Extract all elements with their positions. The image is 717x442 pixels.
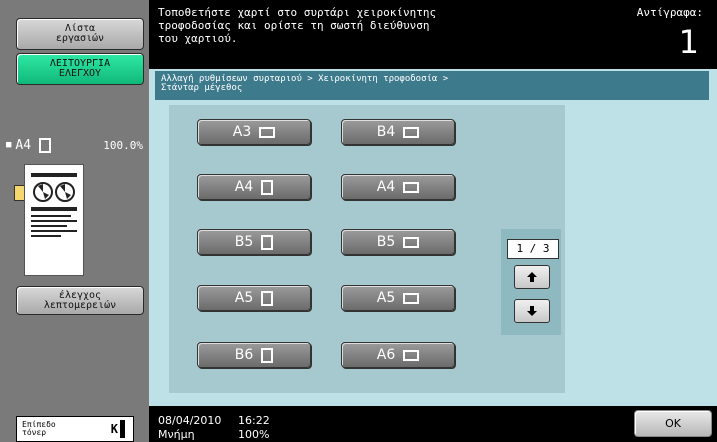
arrow-up-icon bbox=[527, 272, 537, 282]
left-sidebar: Λίστα εργασιών ΛΕΙΤΟΥΡΓΙΑ ΕΛΕΓΧΟΥ ■ A4 1… bbox=[0, 0, 149, 442]
paper-size-button[interactable]: A5 bbox=[341, 285, 455, 311]
job-list-button[interactable]: Λίστα εργασιών bbox=[16, 18, 144, 50]
copies-label: Αντίγραφα: bbox=[636, 6, 703, 19]
message-header: Τοποθετήστε χαρτί στο συρτάρι χειροκίνητ… bbox=[149, 0, 717, 69]
settings-panel: Αλλαγή ρυθμίσεων συρταριού > Χειροκίνητη… bbox=[149, 69, 717, 406]
paper-size-selection-area: A3 B4 A4 A4 B5 B5 A5 A5 B6 A6 1 / 3 bbox=[169, 105, 565, 393]
landscape-orientation-icon bbox=[403, 236, 420, 248]
zoom-value: 100.0% bbox=[103, 138, 143, 152]
detail-check-button[interactable]: έλεγχος λεπτομερειών bbox=[16, 286, 144, 315]
paper-size-button[interactable]: B4 bbox=[341, 119, 455, 145]
portrait-orientation-icon bbox=[261, 290, 274, 306]
copies-count: 1 bbox=[678, 23, 699, 61]
page-navigator: 1 / 3 bbox=[501, 229, 561, 335]
paper-size-label: B4 bbox=[376, 124, 396, 140]
job-list-label-line2: εργασιών bbox=[55, 33, 105, 44]
toner-label-line2: τόνερ bbox=[22, 428, 47, 437]
paper-size-label: A5 bbox=[376, 290, 396, 306]
toner-level-bar bbox=[120, 420, 125, 438]
time-display: 16:22 bbox=[238, 414, 270, 427]
paper-size-label: B5 bbox=[376, 234, 396, 250]
toner-label: Επίπεδο τόνερ bbox=[17, 421, 111, 437]
landscape-orientation-icon bbox=[259, 126, 276, 138]
paper-size-button[interactable]: A5 bbox=[197, 285, 311, 311]
paper-size-button[interactable]: A6 bbox=[341, 342, 455, 368]
copy-preview bbox=[6, 157, 149, 276]
breadcrumb-line2: Στάνταρ μέγεθος bbox=[161, 83, 243, 93]
check-function-label-line2: ΕΛΕΓΧΟΥ bbox=[58, 68, 102, 79]
paper-size-button[interactable]: B6 bbox=[197, 342, 311, 368]
paper-size-button[interactable]: A4 bbox=[197, 174, 311, 200]
paper-size-label: A5 bbox=[234, 290, 254, 306]
page-down-button[interactable] bbox=[514, 299, 550, 323]
arrow-down-icon bbox=[527, 306, 537, 316]
paper-info: ■ A4 100.0% bbox=[6, 135, 149, 155]
paper-size-label: B5 bbox=[234, 234, 254, 250]
breadcrumb: Αλλαγή ρυθμίσεων συρταριού > Χειροκίνητη… bbox=[155, 71, 709, 100]
page-preview-icon bbox=[24, 164, 84, 276]
page-indicator: 1 / 3 bbox=[507, 239, 559, 259]
landscape-orientation-icon bbox=[403, 126, 420, 138]
landscape-orientation-icon bbox=[403, 292, 420, 304]
paper-size-label: A4 bbox=[376, 179, 396, 195]
paper-icon: ■ bbox=[6, 140, 12, 150]
landscape-orientation-icon bbox=[403, 349, 420, 361]
memory-value: 100% bbox=[238, 428, 270, 441]
paper-size-value: A4 bbox=[15, 137, 32, 153]
page-up-button[interactable] bbox=[514, 265, 550, 289]
paper-size-label: A6 bbox=[376, 347, 396, 363]
status-footer: 08/04/2010 16:22 Μνήμη 100% OK bbox=[149, 406, 717, 442]
breadcrumb-line1: Αλλαγή ρυθμίσεων συρταριού > Χειροκίνητη… bbox=[161, 74, 449, 84]
toner-level-indicator: Επίπεδο τόνερ K bbox=[16, 416, 134, 442]
detail-check-label-line2: λεπτομερειών bbox=[43, 299, 117, 311]
detail-check-label-line1: έλεγχος bbox=[58, 289, 102, 301]
portrait-orientation-icon bbox=[261, 179, 274, 195]
paper-size-label: A3 bbox=[232, 124, 252, 140]
paper-size-button[interactable]: A3 bbox=[197, 119, 311, 145]
instruction-message: Τοποθετήστε χαρτί στο συρτάρι χειροκίνητ… bbox=[158, 6, 437, 45]
toner-color-label: K bbox=[110, 422, 118, 436]
portrait-orientation-icon bbox=[261, 347, 274, 363]
portrait-orientation-icon bbox=[261, 234, 274, 250]
check-function-button[interactable]: ΛΕΙΤΟΥΡΓΙΑ ΕΛΕΓΧΟΥ bbox=[16, 53, 144, 85]
portrait-orientation-icon bbox=[39, 137, 52, 153]
paper-size-label: A4 bbox=[234, 179, 254, 195]
copier-screen: Λίστα εργασιών ΛΕΙΤΟΥΡΓΙΑ ΕΛΕΓΧΟΥ ■ A4 1… bbox=[0, 0, 717, 442]
date-display: 08/04/2010 bbox=[158, 414, 222, 427]
landscape-orientation-icon bbox=[403, 181, 420, 193]
paper-size-label: B6 bbox=[234, 347, 254, 363]
ok-label: OK bbox=[665, 417, 681, 430]
memory-label: Μνήμη bbox=[158, 428, 195, 441]
paper-size-button[interactable]: B5 bbox=[197, 229, 311, 255]
paper-size-button[interactable]: A4 bbox=[341, 174, 455, 200]
ok-button[interactable]: OK bbox=[634, 410, 712, 437]
paper-size-button[interactable]: B5 bbox=[341, 229, 455, 255]
